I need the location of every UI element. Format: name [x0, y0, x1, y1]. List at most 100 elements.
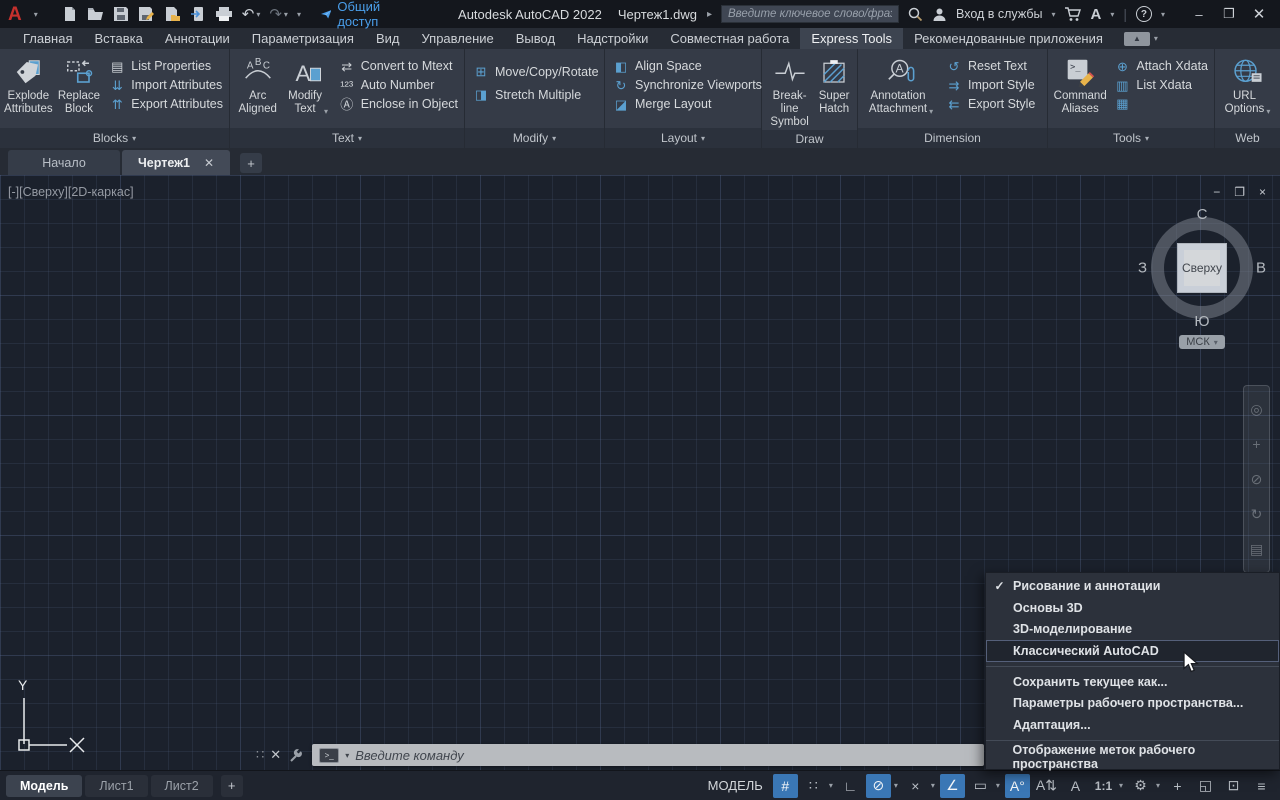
command-line[interactable]: >_ ▾ Введите команду	[312, 744, 985, 766]
command-customize-wrench-icon[interactable]	[289, 748, 304, 763]
orbit-icon[interactable]: ↻	[1251, 507, 1263, 521]
viewcube-ring[interactable]: С Ю З В Сверху	[1138, 206, 1266, 330]
tab-view[interactable]: Вид	[365, 28, 411, 49]
reset-text-button[interactable]: ↺ Reset Text	[946, 59, 1035, 73]
command-grip-icon[interactable]: ∷	[256, 747, 264, 763]
app-menu-button[interactable]: A	[8, 5, 22, 24]
wm-save-current-as[interactable]: Сохранить текущее как...	[986, 671, 1279, 693]
viewport-scale-button[interactable]: 1:1 ▾	[1091, 774, 1125, 798]
export-style-button[interactable]: ⇇ Export Style	[946, 97, 1036, 111]
import-attributes-button[interactable]: ⇊ Import Attributes	[109, 78, 223, 92]
xdata-extra-button[interactable]: ▦	[1114, 97, 1208, 110]
tab-parametric[interactable]: Параметризация	[241, 28, 365, 49]
enclose-in-object-button[interactable]: Ⓐ Enclose in Object	[339, 97, 458, 111]
undo-button[interactable]: ↶ ▾	[242, 7, 261, 22]
help-button[interactable]: ?	[1135, 6, 1152, 22]
wm-workspace-settings[interactable]: Параметры рабочего пространства...	[986, 693, 1279, 715]
tab-manage[interactable]: Управление	[410, 28, 504, 49]
qat-customize-caret-icon[interactable]: ▾	[297, 10, 301, 19]
viewport-close-icon[interactable]: ×	[1259, 185, 1266, 199]
isolate-objects-toggle[interactable]: ◱	[1193, 774, 1218, 798]
minimize-button[interactable]: –	[1186, 3, 1212, 25]
list-xdata-button[interactable]: ▥ List Xdata	[1114, 78, 1208, 92]
crosshair-toggle[interactable]: +	[1165, 774, 1190, 798]
modify-text-button[interactable]: A Modify Text ▾	[283, 52, 332, 128]
command-input-placeholder[interactable]: Введите команду	[355, 748, 464, 763]
merge-layout-button[interactable]: ◪ Merge Layout	[613, 97, 762, 111]
viewcube-top-face[interactable]: Сверху	[1177, 243, 1227, 293]
viewport-restore-icon[interactable]: ❐	[1234, 185, 1245, 199]
wm-3d-basics[interactable]: Основы 3D	[986, 597, 1279, 619]
panel-label-layout[interactable]: Layout ▾	[605, 128, 761, 148]
plot-button[interactable]	[215, 6, 233, 22]
tab-collaborate[interactable]: Совместная работа	[659, 28, 800, 49]
share-button[interactable]: Общий доступ	[320, 0, 394, 29]
pan-icon[interactable]: +	[1252, 437, 1260, 451]
search-icon[interactable]	[908, 7, 923, 22]
close-button[interactable]: ✕	[1246, 3, 1272, 25]
viewcube-south[interactable]: Ю	[1194, 313, 1209, 330]
tab-insert[interactable]: Вставка	[83, 28, 153, 49]
file-tab-drawing1[interactable]: Чертеж1 ✕	[122, 150, 230, 175]
open-from-web-button[interactable]	[190, 6, 206, 22]
panel-label-modify[interactable]: Modify ▾	[465, 128, 604, 148]
search-input[interactable]	[721, 5, 900, 23]
app-menu-caret-icon[interactable]: ▾	[34, 10, 38, 19]
align-space-button[interactable]: ◧ Align Space	[613, 59, 762, 73]
file-tab-close-icon[interactable]: ✕	[204, 156, 214, 170]
viewcube-ucs-menu[interactable]: МСК ▾	[1179, 335, 1225, 349]
new-drawing-button[interactable]: +	[240, 153, 262, 173]
clean-screen-toggle[interactable]: ⊡	[1221, 774, 1246, 798]
tab-model[interactable]: Модель	[6, 774, 83, 797]
panel-label-tools[interactable]: Tools ▾	[1048, 128, 1214, 148]
stretch-multiple-button[interactable]: ◨ Stretch Multiple	[473, 88, 599, 102]
snap-mode-toggle[interactable]: ∷ ▾	[801, 774, 835, 798]
save-as-button[interactable]	[138, 6, 155, 22]
panel-label-blocks[interactable]: Blocks ▾	[0, 128, 229, 148]
grid-display-toggle[interactable]: #	[772, 773, 798, 798]
viewcube[interactable]: С Ю З В Сверху МСК ▾	[1138, 205, 1266, 349]
viewport-view-control[interactable]: [Сверху]	[19, 185, 68, 199]
tab-layout1[interactable]: Лист1	[85, 774, 148, 797]
ribbon-minimize-caret-icon[interactable]: ▾	[1154, 34, 1158, 43]
panel-label-text[interactable]: Text ▾	[230, 128, 464, 148]
autodesk-app-caret-icon[interactable]: ▾	[1110, 10, 1114, 19]
ortho-mode-toggle[interactable]: ∟	[838, 774, 863, 798]
app-store-cart-icon[interactable]	[1064, 6, 1082, 22]
model-space-button[interactable]: МОДЕЛЬ	[708, 778, 763, 793]
wm-autocad-classic[interactable]: Классический AutoCAD	[986, 640, 1279, 662]
redo-caret-icon[interactable]: ▾	[284, 10, 288, 19]
dynamic-input-toggle[interactable]: ▭ ▾	[968, 774, 1002, 798]
customization-button[interactable]: ≡	[1249, 774, 1274, 798]
ribbon-minimize[interactable]: ▲ ▾	[1123, 28, 1158, 49]
viewport-menu-control[interactable]: [-]	[8, 185, 19, 199]
export-attributes-button[interactable]: ⇈ Export Attributes	[109, 97, 223, 111]
viewport-minimize-icon[interactable]: −	[1213, 185, 1220, 199]
restore-button[interactable]: ❐	[1216, 3, 1242, 25]
tab-home[interactable]: Главная	[12, 28, 83, 49]
move-copy-rotate-button[interactable]: ⊞ Move/Copy/Rotate	[473, 65, 599, 79]
annotation-autoscale-toggle[interactable]: A⇅	[1033, 774, 1060, 798]
tab-addins[interactable]: Надстройки	[566, 28, 659, 49]
synchronize-viewports-button[interactable]: ↻ Synchronize Viewports	[613, 78, 762, 92]
annotation-attachment-button[interactable]: A Annotation Attachment ▾	[862, 52, 940, 128]
viewport-visual-style-control[interactable]: [2D-каркас]	[68, 185, 134, 199]
command-prompt-icon[interactable]: >_	[319, 747, 340, 763]
command-aliases-button[interactable]: >_ Command Aliases	[1052, 52, 1108, 128]
viewcube-north[interactable]: С	[1197, 206, 1208, 223]
wm-customize[interactable]: Адаптация...	[986, 714, 1279, 736]
break-line-symbol-button[interactable]: Break-line Symbol	[766, 52, 813, 130]
signin-caret-icon[interactable]: ▾	[1051, 10, 1055, 19]
panel-label-web[interactable]: Web	[1215, 128, 1280, 148]
explode-attributes-button[interactable]: Explode Attributes	[4, 52, 53, 128]
show-motion-icon[interactable]: ▤	[1250, 542, 1263, 556]
workspace-switching-button[interactable]: ⚙ ▾	[1128, 774, 1162, 798]
convert-to-mtext-button[interactable]: ⇄ Convert to Mtext	[339, 59, 458, 73]
zoom-icon[interactable]: ⊘	[1251, 472, 1263, 486]
viewcube-east[interactable]: В	[1256, 260, 1266, 277]
viewcube-west[interactable]: З	[1138, 260, 1147, 277]
tab-annotate[interactable]: Аннотации	[154, 28, 241, 49]
super-hatch-button[interactable]: Super Hatch	[815, 52, 853, 130]
panel-label-dimension[interactable]: Dimension	[858, 128, 1047, 148]
search-collapse-icon[interactable]: ▸	[707, 9, 712, 20]
